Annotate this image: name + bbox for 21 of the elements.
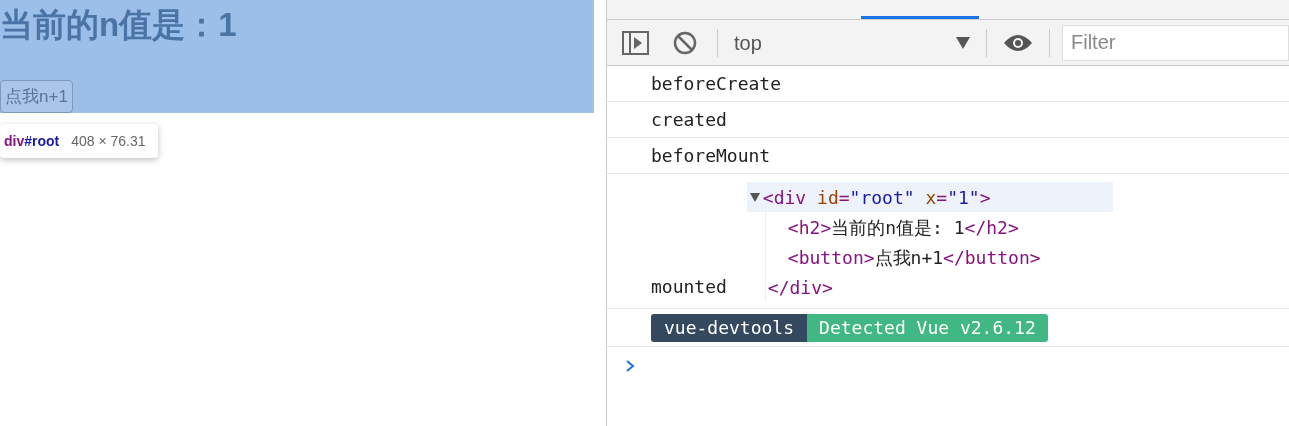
context-dropdown[interactable]: top bbox=[734, 27, 970, 58]
version-badge: Detected Vue v2.6.12 bbox=[807, 313, 1048, 342]
log-message: mounted bbox=[651, 275, 727, 299]
log-message: beforeMount bbox=[651, 144, 771, 168]
dom-code-line: <h2>当前的n值是: 1</h2> bbox=[787, 215, 1019, 240]
tooltip-selector: div#root bbox=[4, 131, 60, 151]
page-heading: 当前的n值是：1 bbox=[0, 5, 237, 45]
dom-code-line: </div> bbox=[767, 275, 833, 300]
tooltip-size: 408 × 76.31 bbox=[71, 131, 146, 151]
log-message: beforeCreate bbox=[651, 72, 782, 96]
clear-console-icon[interactable] bbox=[673, 30, 697, 55]
eye-icon[interactable] bbox=[1003, 32, 1033, 53]
log-message: created bbox=[651, 108, 727, 132]
filter-field[interactable]: Filter bbox=[1062, 24, 1289, 61]
dom-code-line: <div id="root" x="1"> bbox=[762, 185, 991, 210]
devtools-badge: vue-devtools bbox=[651, 313, 808, 342]
dom-code-line: <button>点我n+1</button> bbox=[787, 245, 1041, 270]
prompt-icon[interactable] bbox=[625, 359, 635, 373]
expand-triangle-icon[interactable] bbox=[748, 191, 761, 203]
sidebar-toggle-icon[interactable] bbox=[622, 30, 649, 55]
dropdown-caret-icon bbox=[956, 36, 970, 49]
